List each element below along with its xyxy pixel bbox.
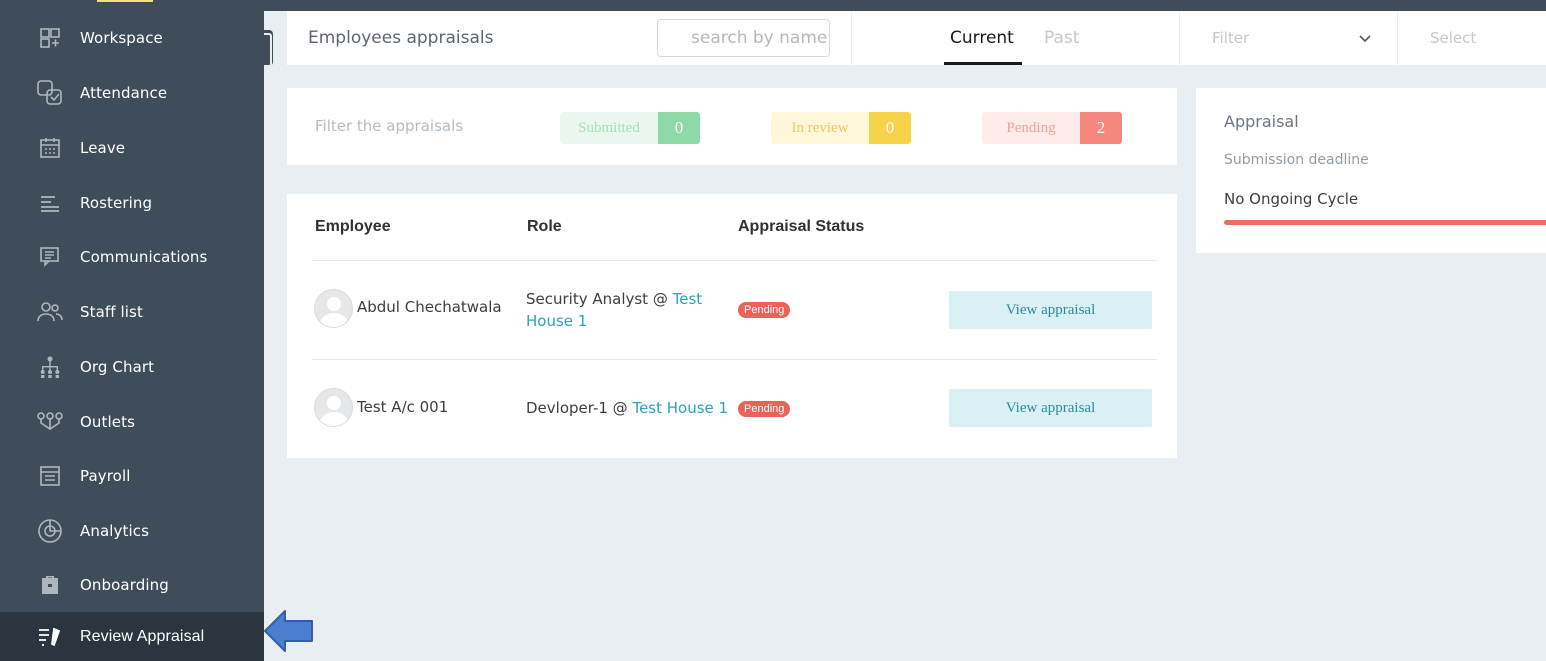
status-badge: Pending [738,401,791,417]
employee-role: Security Analyst @ Test House 1 [526,288,721,332]
sidebar-item-label: Leave [80,139,126,157]
sidebar-item-label: Workspace [80,29,163,47]
sidebar-item-org-chart[interactable]: Org Chart [0,341,264,393]
page-title: Employees appraisals [308,28,494,48]
workspace-icon [36,24,64,52]
payroll-icon [36,462,64,490]
header-divider [1397,11,1398,65]
employee-name: Abdul Chechatwala [357,298,502,316]
tab-past[interactable]: Past [1044,28,1079,48]
pending-filter-chip[interactable]: Pending 2 [982,112,1122,144]
employee-role: Devloper-1 @ Test House 1 [526,397,736,419]
chip-count: 0 [658,112,700,144]
rostering-icon [36,189,64,217]
sidebar-item-label: Org Chart [80,358,155,376]
outlets-icon [36,408,64,436]
sidebar-item-label: Payroll [80,467,131,485]
status-badge: Pending [738,302,791,318]
view-appraisal-button[interactable]: View appraisal [949,389,1152,427]
chevron-down-icon[interactable] [1358,31,1372,45]
sidebar-item-label: Rostering [80,194,153,212]
sidebar-item-label: Outlets [80,413,135,431]
appraisals-table: Employee Role Appraisal Status Abdul Che… [287,194,1177,458]
tab-current[interactable]: Current [950,28,1014,48]
appraisal-filter-card: Filter the appraisals Submitted 0 In rev… [287,88,1177,165]
staff-icon [36,298,64,326]
sidebar-item-payroll[interactable]: Payroll [0,450,264,502]
role-text: Security Analyst @ [526,290,673,308]
select-dropdown[interactable]: Select [1430,29,1476,47]
in-review-filter-chip[interactable]: In review 0 [771,112,911,144]
avatar [314,289,353,328]
row-divider [312,260,1157,261]
briefcase-icon [36,571,64,599]
column-header-role: Role [527,218,562,235]
filter-dropdown[interactable]: Filter [1212,29,1249,47]
sidebar-item-label: Review Appraisal [80,627,205,645]
column-header-employee: Employee [315,218,391,235]
appraisal-cycle-card: Appraisal Submission deadline No Ongoing… [1196,88,1546,253]
filter-label: Filter the appraisals [315,117,464,135]
sidebar: Workspace Attendance Leave Rostering Com… [0,11,264,661]
search-input[interactable] [657,19,830,57]
sidebar-item-onboarding[interactable]: Onboarding [0,559,264,611]
top-bar [0,0,1546,11]
row-divider [312,359,1157,360]
submitted-filter-chip[interactable]: Submitted 0 [560,112,700,144]
communications-icon [36,243,64,271]
submission-deadline-label: Submission deadline [1224,152,1369,168]
active-tab-indicator [944,62,1022,65]
review-appraisal-icon [36,623,64,651]
chip-count: 0 [869,112,911,144]
left-arrow-icon [264,610,313,652]
page-header: Employees appraisals Current Past Filter… [287,11,1546,65]
analytics-icon [36,517,64,545]
sidebar-item-rostering[interactable]: Rostering [0,177,264,229]
role-text: Devloper-1 @ [526,399,633,417]
sidebar-item-label: Communications [80,248,208,266]
sidebar-item-leave[interactable]: Leave [0,122,264,174]
top-accent [97,0,153,2]
attendance-icon [36,79,64,107]
calendar-icon [36,134,64,162]
sidebar-item-workspace[interactable]: Workspace [0,12,264,64]
cycle-status-text: No Ongoing Cycle [1224,190,1359,208]
sidebar-item-communications[interactable]: Communications [0,231,264,283]
sidebar-item-analytics[interactable]: Analytics [0,505,264,557]
sidebar-item-label: Onboarding [80,576,169,594]
chip-count: 2 [1080,112,1122,144]
avatar [314,388,353,427]
sidebar-item-outlets[interactable]: Outlets [0,396,264,448]
chip-label: Pending [982,112,1080,144]
sidebar-item-attendance[interactable]: Attendance [0,67,264,119]
sidebar-item-label: Attendance [80,84,168,102]
chip-label: Submitted [560,112,658,144]
sidebar-item-staff-list[interactable]: Staff list [0,286,264,338]
column-header-status: Appraisal Status [738,218,865,235]
sidebar-item-review-appraisal[interactable]: Review Appraisal [0,612,264,661]
appraisal-card-title: Appraisal [1224,112,1299,131]
employee-name: Test A/c 001 [357,398,449,416]
sidebar-collapse-handle[interactable] [264,30,273,67]
view-appraisal-button[interactable]: View appraisal [949,291,1152,329]
sidebar-item-label: Staff list [80,303,143,321]
org-chart-icon [36,353,64,381]
header-divider [1179,11,1180,65]
header-divider [851,11,852,65]
cycle-progress-bar [1224,220,1546,225]
sidebar-item-label: Analytics [80,522,150,540]
location-link[interactable]: Test House 1 [632,399,728,417]
chip-label: In review [771,112,869,144]
